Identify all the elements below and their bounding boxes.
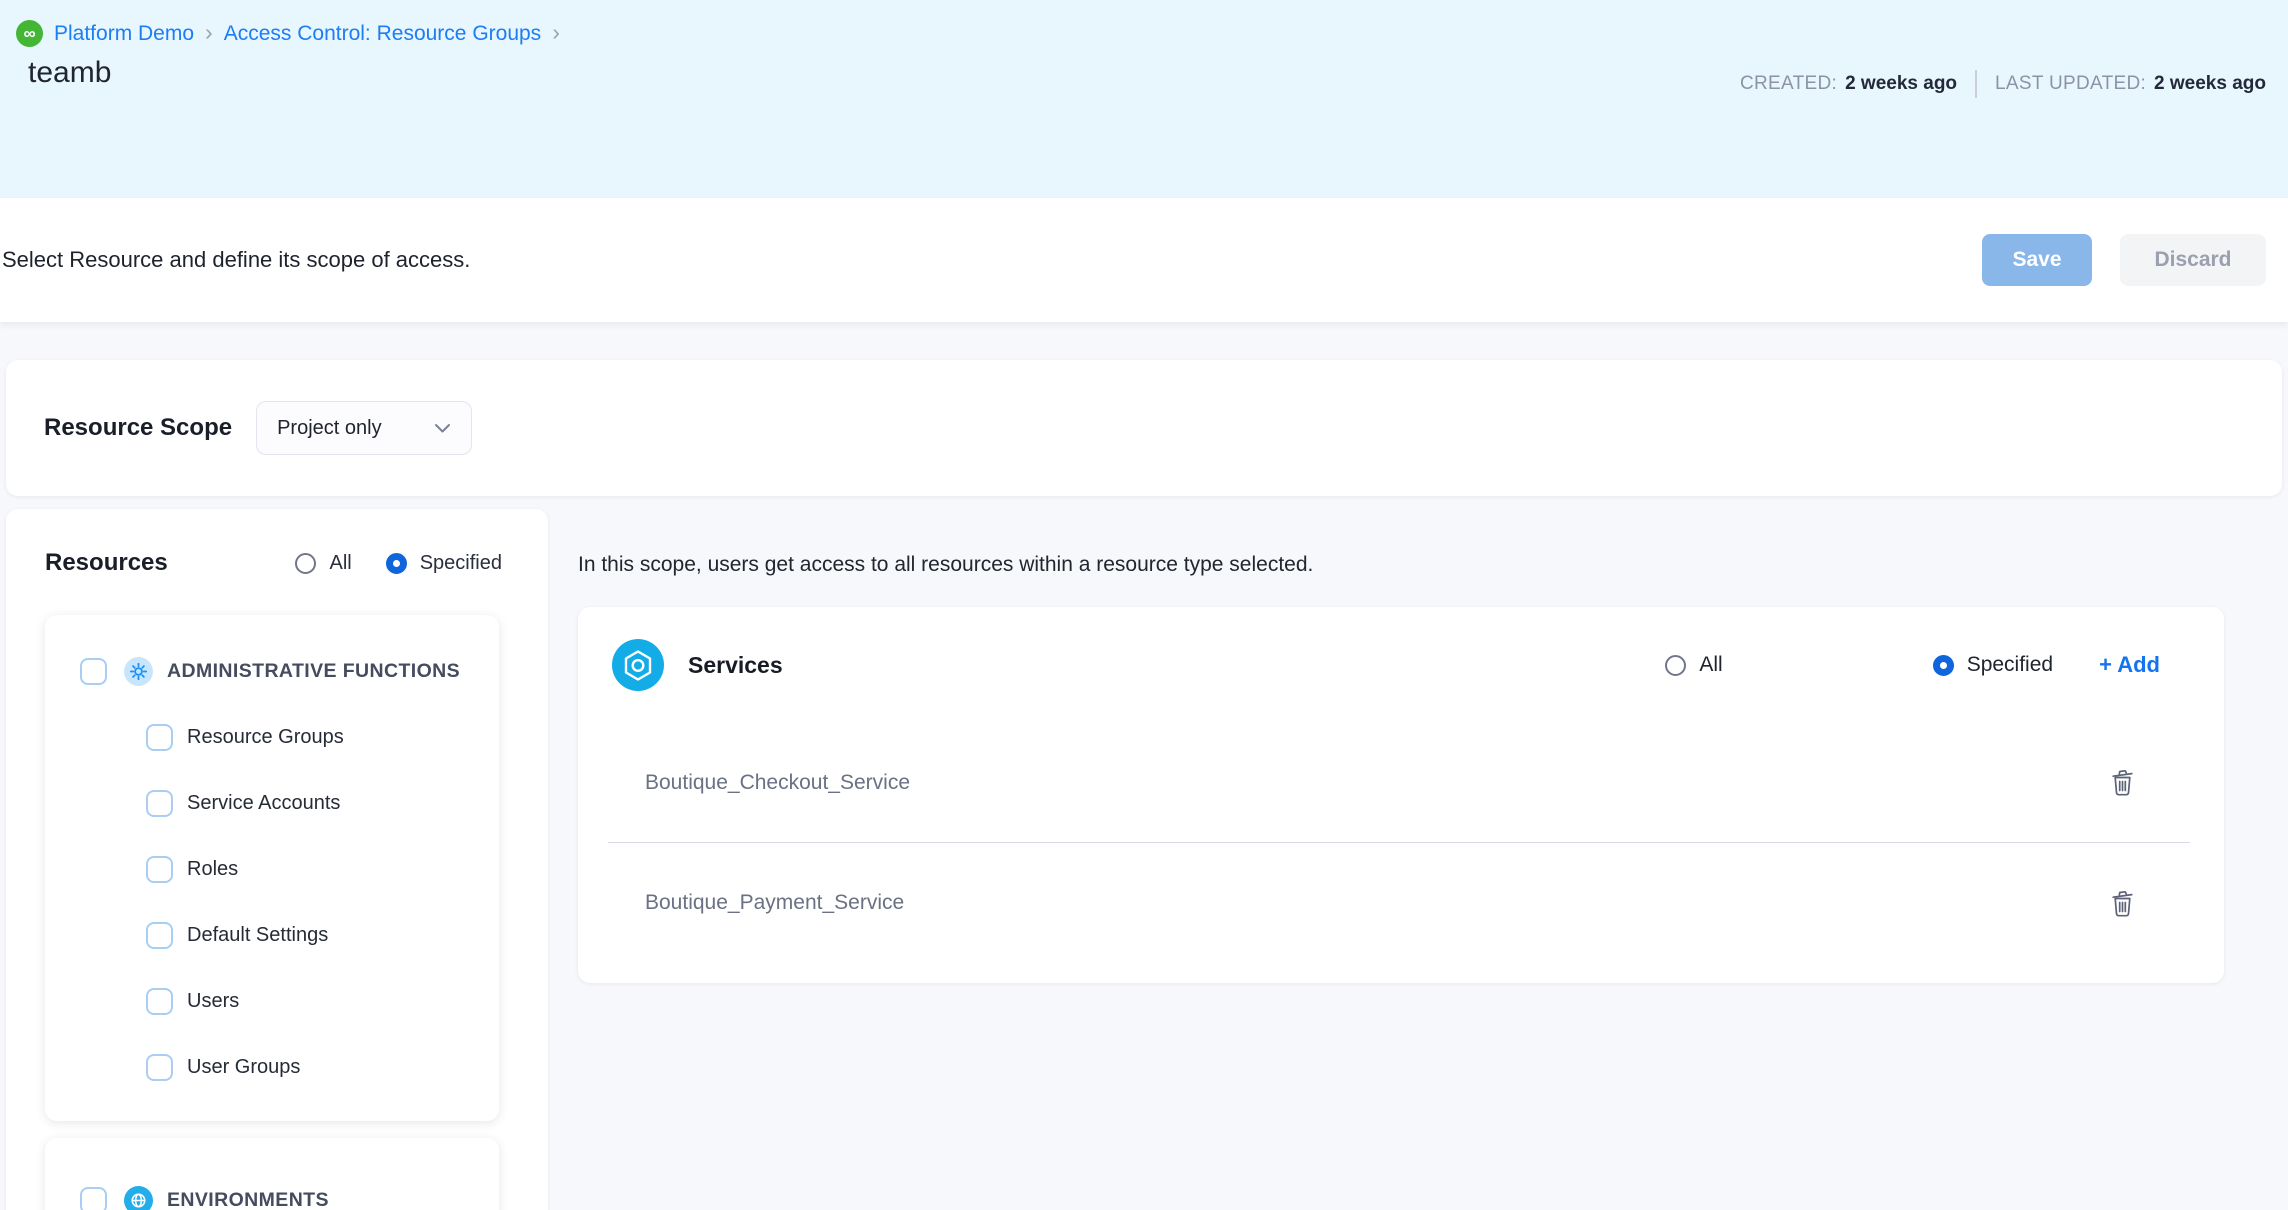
resource-group-label: ENVIRONMENTS [167, 1189, 329, 1210]
resources-header: Resources All Specified [6, 509, 548, 577]
radio-unselected-icon[interactable] [1665, 655, 1686, 676]
chevron-right-icon: › [552, 21, 560, 47]
services-header: Services All Specified + Add [578, 607, 2224, 723]
resource-group-card-environments: ENVIRONMENTS [45, 1138, 499, 1210]
discard-button[interactable]: Discard [2120, 234, 2266, 286]
resource-scope-label: Resource Scope [44, 414, 232, 442]
admin-functions-checkbox[interactable] [80, 658, 107, 685]
resources-panel: Resources All Specified [6, 509, 548, 1210]
resource-scope-selected-value: Project only [277, 417, 382, 440]
created-value: 2 weeks ago [1845, 73, 1957, 95]
radio-specified-label: Specified [420, 552, 502, 575]
service-name: Boutique_Checkout_Service [645, 771, 910, 795]
user-groups-checkbox[interactable] [146, 1054, 173, 1081]
service-name: Boutique_Payment_Service [645, 891, 904, 915]
breadcrumb-link-platform-demo[interactable]: Platform Demo [54, 22, 194, 46]
resource-groups-checkbox[interactable] [146, 724, 173, 751]
created-label: CREATED: [1740, 73, 1837, 95]
radio-selected-icon[interactable] [386, 553, 407, 574]
list-item-label: Resource Groups [187, 726, 344, 749]
save-button[interactable]: Save [1982, 234, 2092, 286]
meta-divider [1975, 70, 1977, 98]
action-buttons: Save Discard [1982, 234, 2266, 286]
resource-group-label: ADMINISTRATIVE FUNCTIONS [167, 660, 460, 683]
services-radio-specified[interactable]: Specified [1933, 653, 2053, 677]
list-item-default-settings: Default Settings [45, 902, 499, 968]
admin-functions-icon [124, 657, 153, 686]
page-title: teamb [28, 56, 111, 90]
radio-specified-label: Specified [1967, 653, 2053, 677]
action-bar: Select Resource and define its scope of … [0, 198, 2288, 322]
resource-group-card-administrative: ADMINISTRATIVE FUNCTIONS Resource Groups… [45, 615, 499, 1121]
radio-selected-icon[interactable] [1933, 655, 1954, 676]
resources-title: Resources [45, 549, 168, 577]
resource-group-items: Resource Groups Service Accounts Roles D… [45, 704, 499, 1100]
service-row-payment: Boutique_Payment_Service [608, 843, 2190, 963]
last-updated-label: LAST UPDATED: [1995, 73, 2146, 95]
services-list: Boutique_Checkout_Service [608, 723, 2190, 963]
default-settings-checkbox[interactable] [146, 922, 173, 949]
services-radio-all[interactable]: All [1665, 653, 1722, 677]
list-item-resource-groups: Resource Groups [45, 704, 499, 770]
delete-service-button[interactable] [2102, 883, 2142, 923]
radio-unselected-icon[interactable] [295, 553, 316, 574]
resources-radio-all[interactable]: All [295, 552, 351, 575]
users-checkbox[interactable] [146, 988, 173, 1015]
resource-group-header: ENVIRONMENTS [45, 1174, 499, 1210]
record-meta: CREATED: 2 weeks ago LAST UPDATED: 2 wee… [1740, 70, 2266, 98]
trash-icon [2110, 768, 2135, 797]
radio-all-label: All [329, 552, 351, 575]
resource-scope-card: Resource Scope Project only [6, 360, 2282, 496]
delete-service-button[interactable] [2102, 763, 2142, 803]
list-item-roles: Roles [45, 836, 499, 902]
resource-group-header: ADMINISTRATIVE FUNCTIONS [45, 645, 499, 697]
services-card: Services All Specified + Add Boutique_Ch… [578, 607, 2224, 983]
list-item-service-accounts: Service Accounts [45, 770, 499, 836]
environments-checkbox[interactable] [80, 1187, 107, 1210]
list-item-label: Default Settings [187, 924, 328, 947]
last-updated-value: 2 weeks ago [2154, 73, 2266, 95]
list-item-label: Users [187, 990, 239, 1013]
services-controls: All Specified + Add [1665, 652, 2160, 678]
chevron-right-icon: › [205, 21, 213, 47]
trash-icon [2110, 889, 2135, 918]
list-item-label: Service Accounts [187, 792, 340, 815]
breadcrumb-link-resource-groups[interactable]: Access Control: Resource Groups [224, 22, 541, 46]
radio-all-label: All [1699, 653, 1722, 677]
page-header: ∞ Platform Demo › Access Control: Resour… [0, 0, 2288, 198]
list-item-user-groups: User Groups [45, 1034, 499, 1100]
chevron-down-icon [434, 423, 451, 434]
breadcrumb: ∞ Platform Demo › Access Control: Resour… [16, 20, 560, 47]
list-item-label: User Groups [187, 1056, 300, 1079]
content-area: Resource Scope Project only Resources Al… [0, 322, 2288, 1210]
resource-scope-dropdown[interactable]: Project only [256, 401, 472, 455]
service-row-checkout: Boutique_Checkout_Service [608, 723, 2190, 843]
scope-description: In this scope, users get access to all r… [578, 553, 1313, 577]
roles-checkbox[interactable] [146, 856, 173, 883]
list-item-users: Users [45, 968, 499, 1034]
list-item-label: Roles [187, 858, 238, 881]
environments-icon [124, 1186, 153, 1210]
services-icon [612, 639, 664, 691]
services-title: Services [688, 652, 783, 679]
add-service-button[interactable]: + Add [2099, 652, 2160, 678]
infinity-icon: ∞ [16, 20, 43, 47]
action-bar-description: Select Resource and define its scope of … [2, 247, 470, 273]
service-accounts-checkbox[interactable] [146, 790, 173, 817]
resources-radio-specified[interactable]: Specified [386, 552, 502, 575]
